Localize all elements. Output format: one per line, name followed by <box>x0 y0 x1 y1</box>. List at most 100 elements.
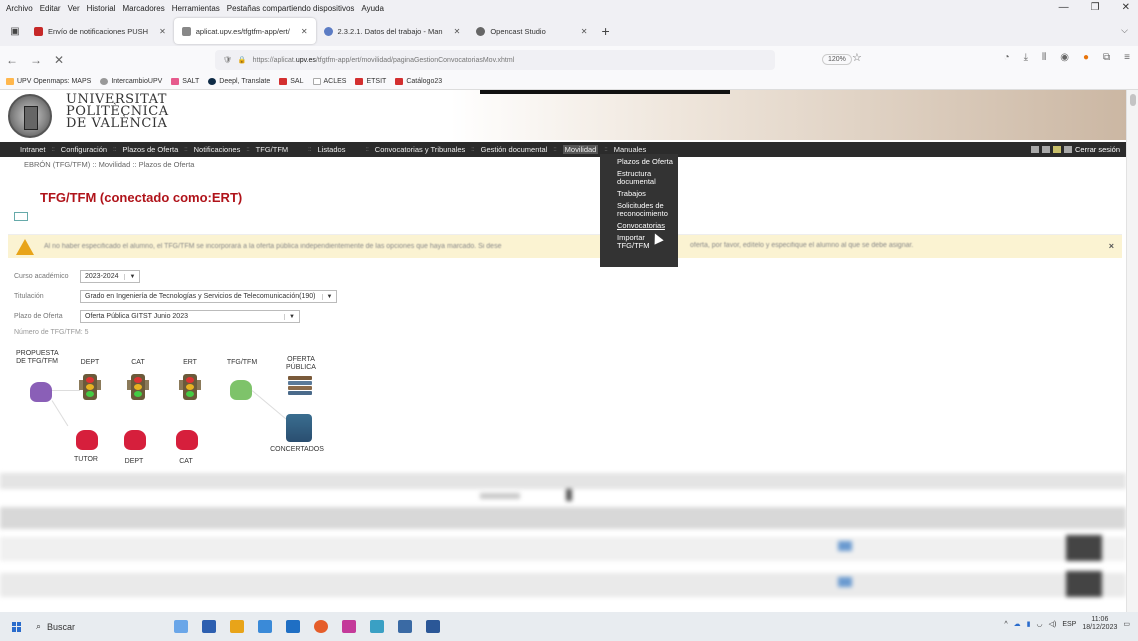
nav-plazos[interactable]: Plazos de Oferta <box>122 145 178 154</box>
nav-manuales[interactable]: Manuales <box>614 145 647 154</box>
tfgtfm-monster-icon[interactable] <box>230 380 252 400</box>
bookmark-sal[interactable]: SAL <box>279 78 304 85</box>
outlook-icon[interactable] <box>286 620 300 633</box>
maximize-icon[interactable]: ❐ <box>1091 2 1100 13</box>
titulacion-select[interactable]: Grado en Ingeniería de Tecnologías y Ser… <box>80 290 338 303</box>
tab-close-icon[interactable]: ✕ <box>581 27 588 36</box>
url-bar[interactable]: 🛡 🔒 https://aplicat.upv.es/tfgtfm-app/er… <box>215 50 775 70</box>
nav-convocatorias[interactable]: Convocatorias y Tribunales <box>375 145 465 154</box>
zoom-level[interactable]: 120% <box>822 54 852 65</box>
app-icon[interactable] <box>370 620 384 633</box>
account-icon[interactable]: ◉ <box>1060 52 1069 63</box>
chevron-down-icon[interactable]: ⌵ <box>1121 25 1128 36</box>
menu-editar[interactable]: Editar <box>40 4 61 13</box>
tab-aplicat[interactable]: aplicat.upv.es/tfgtfm-app/ert/ ✕ <box>173 18 316 44</box>
tutor-monster-icon[interactable] <box>76 430 98 450</box>
teams-icon[interactable] <box>398 620 412 633</box>
forward-icon[interactable]: → <box>30 53 42 67</box>
file-explorer-icon[interactable] <box>230 620 244 633</box>
firefox-icon[interactable] <box>314 620 328 633</box>
app-icon[interactable] <box>342 620 356 633</box>
store-icon[interactable] <box>258 620 272 633</box>
tab-push[interactable]: Envío de notificaciones PUSH ✕ <box>26 18 174 44</box>
dropdown-item-estructura[interactable]: Estructura documental <box>617 170 678 186</box>
bookmark-intercambio[interactable]: IntercambioUPV <box>100 78 162 85</box>
concertados-person-icon[interactable] <box>286 414 312 442</box>
task-view-icon[interactable] <box>202 620 216 633</box>
nav-tfgtfm[interactable]: TFG/TFM <box>256 145 289 154</box>
oferta-books-icon[interactable] <box>288 376 312 396</box>
windows-start-icon[interactable] <box>12 621 22 632</box>
menu-archivo[interactable]: Archivo <box>6 4 33 13</box>
library-icon[interactable]: ⫴ <box>1042 52 1046 63</box>
menu-herramientas[interactable]: Herramientas <box>172 4 220 13</box>
tab-close-icon[interactable]: ✕ <box>159 27 166 36</box>
scrollbar-thumb[interactable] <box>1130 94 1136 106</box>
hamburger-menu-icon[interactable]: ≡ <box>1124 52 1130 63</box>
back-icon[interactable]: ← <box>6 53 18 67</box>
cat-traffic-light-icon[interactable] <box>127 374 149 400</box>
bookmark-star-icon[interactable]: ☆ <box>852 51 862 64</box>
bookmark-catalogo[interactable]: Catálogo23 <box>395 78 442 85</box>
language-flag-icon[interactable] <box>1052 146 1061 153</box>
breadcrumb-text[interactable]: EBRÓN (TFG/TFM) :: Movilidad :: Plazos d… <box>24 160 194 169</box>
bookmark-deepl[interactable]: Deepl, Translate <box>208 78 270 85</box>
shield-icon[interactable]: 🛡 <box>223 56 232 64</box>
language-flag-icon[interactable] <box>1030 146 1039 153</box>
tab-opencast[interactable]: Opencast Studio ✕ <box>468 18 595 44</box>
dropdown-item-importar[interactable]: Importar TFG/TFM <box>617 234 678 250</box>
bookmark-acles[interactable]: ACLES <box>312 78 346 85</box>
page-scrollbar[interactable] <box>1126 90 1138 612</box>
volume-icon[interactable]: ◁) <box>1049 620 1057 628</box>
pocket-icon[interactable]: ◔ <box>1004 52 1010 63</box>
menu-pestanas[interactable]: Pestañas compartiendo dispositivos <box>227 4 355 13</box>
bookmark-etsit[interactable]: ETSIT <box>355 78 386 85</box>
dropdown-item-trabajos[interactable]: Trabajos <box>617 190 678 198</box>
nav-intranet[interactable]: Intranet <box>20 145 45 154</box>
help-icon[interactable] <box>14 212 28 221</box>
download-icon[interactable]: ⤓ <box>1024 52 1028 63</box>
bookmark-salt[interactable]: SALT <box>171 78 199 85</box>
menu-historial[interactable]: Historial <box>87 4 116 13</box>
plazo-select[interactable]: Oferta Pública GITST Junio 2023 ▼ <box>80 310 300 323</box>
tab-close-icon[interactable]: ✕ <box>454 27 461 36</box>
taskbar-clock[interactable]: 11:06 18/12/2023 <box>1082 616 1117 632</box>
menu-marcadores[interactable]: Marcadores <box>123 4 165 13</box>
minimize-icon[interactable]: — <box>1059 2 1069 13</box>
ert-traffic-light-icon[interactable] <box>179 374 201 400</box>
dropdown-item-solicitudes[interactable]: Solicitudes de reconocimiento <box>617 202 678 218</box>
nav-notificaciones[interactable]: Notificaciones <box>194 145 241 154</box>
nav-configuracion[interactable]: Configuración <box>61 145 107 154</box>
menu-ver[interactable]: Ver <box>68 4 80 13</box>
new-tab-icon[interactable]: + <box>601 23 609 39</box>
nav-gestion-documental[interactable]: Gestión documental <box>481 145 548 154</box>
logout-icon[interactable] <box>1063 146 1072 153</box>
language-indicator[interactable]: ESP <box>1062 621 1076 628</box>
extensions-puzzle-icon[interactable]: ⧉ <box>1103 52 1110 63</box>
notifications-icon[interactable]: ▭ <box>1123 620 1130 628</box>
dropdown-item-convocatorias[interactable]: Convocatorias <box>617 222 678 230</box>
word-icon[interactable] <box>426 620 440 633</box>
tab-close-icon[interactable]: ✕ <box>301 27 308 36</box>
logout-link[interactable]: Cerrar sesión <box>1075 145 1120 154</box>
extension-icon[interactable]: ● <box>1083 52 1089 63</box>
stop-icon[interactable]: ✕ <box>54 53 64 67</box>
taskbar-search[interactable]: ⌕ Buscar <box>36 621 75 632</box>
university-name[interactable]: UNIVERSITAT POLITÈCNICA DE VALÈNCIA <box>66 93 169 130</box>
chevron-up-icon[interactable]: ^ <box>1004 621 1007 628</box>
language-flag-icon[interactable] <box>1041 146 1050 153</box>
nav-movilidad[interactable]: Movilidad <box>562 145 599 154</box>
curso-select[interactable]: 2023-2024 ▼ <box>80 270 141 283</box>
propuesta-monster-icon[interactable] <box>30 382 52 402</box>
tab-list-icon[interactable]: ▣ <box>4 20 26 42</box>
nav-listados[interactable]: Listados <box>318 145 346 154</box>
dept-traffic-light-icon[interactable] <box>79 374 101 400</box>
tray-app-icon[interactable]: ▮ <box>1027 620 1031 628</box>
close-icon[interactable]: ✕ <box>1122 2 1130 13</box>
bookmark-openmaps[interactable]: UPV Openmaps: MAPS <box>6 78 91 85</box>
close-icon[interactable]: × <box>1109 241 1114 251</box>
upv-crest-logo[interactable] <box>8 94 52 138</box>
widgets-icon[interactable] <box>174 620 188 633</box>
menu-ayuda[interactable]: Ayuda <box>361 4 384 13</box>
onedrive-icon[interactable]: ☁ <box>1014 620 1021 628</box>
